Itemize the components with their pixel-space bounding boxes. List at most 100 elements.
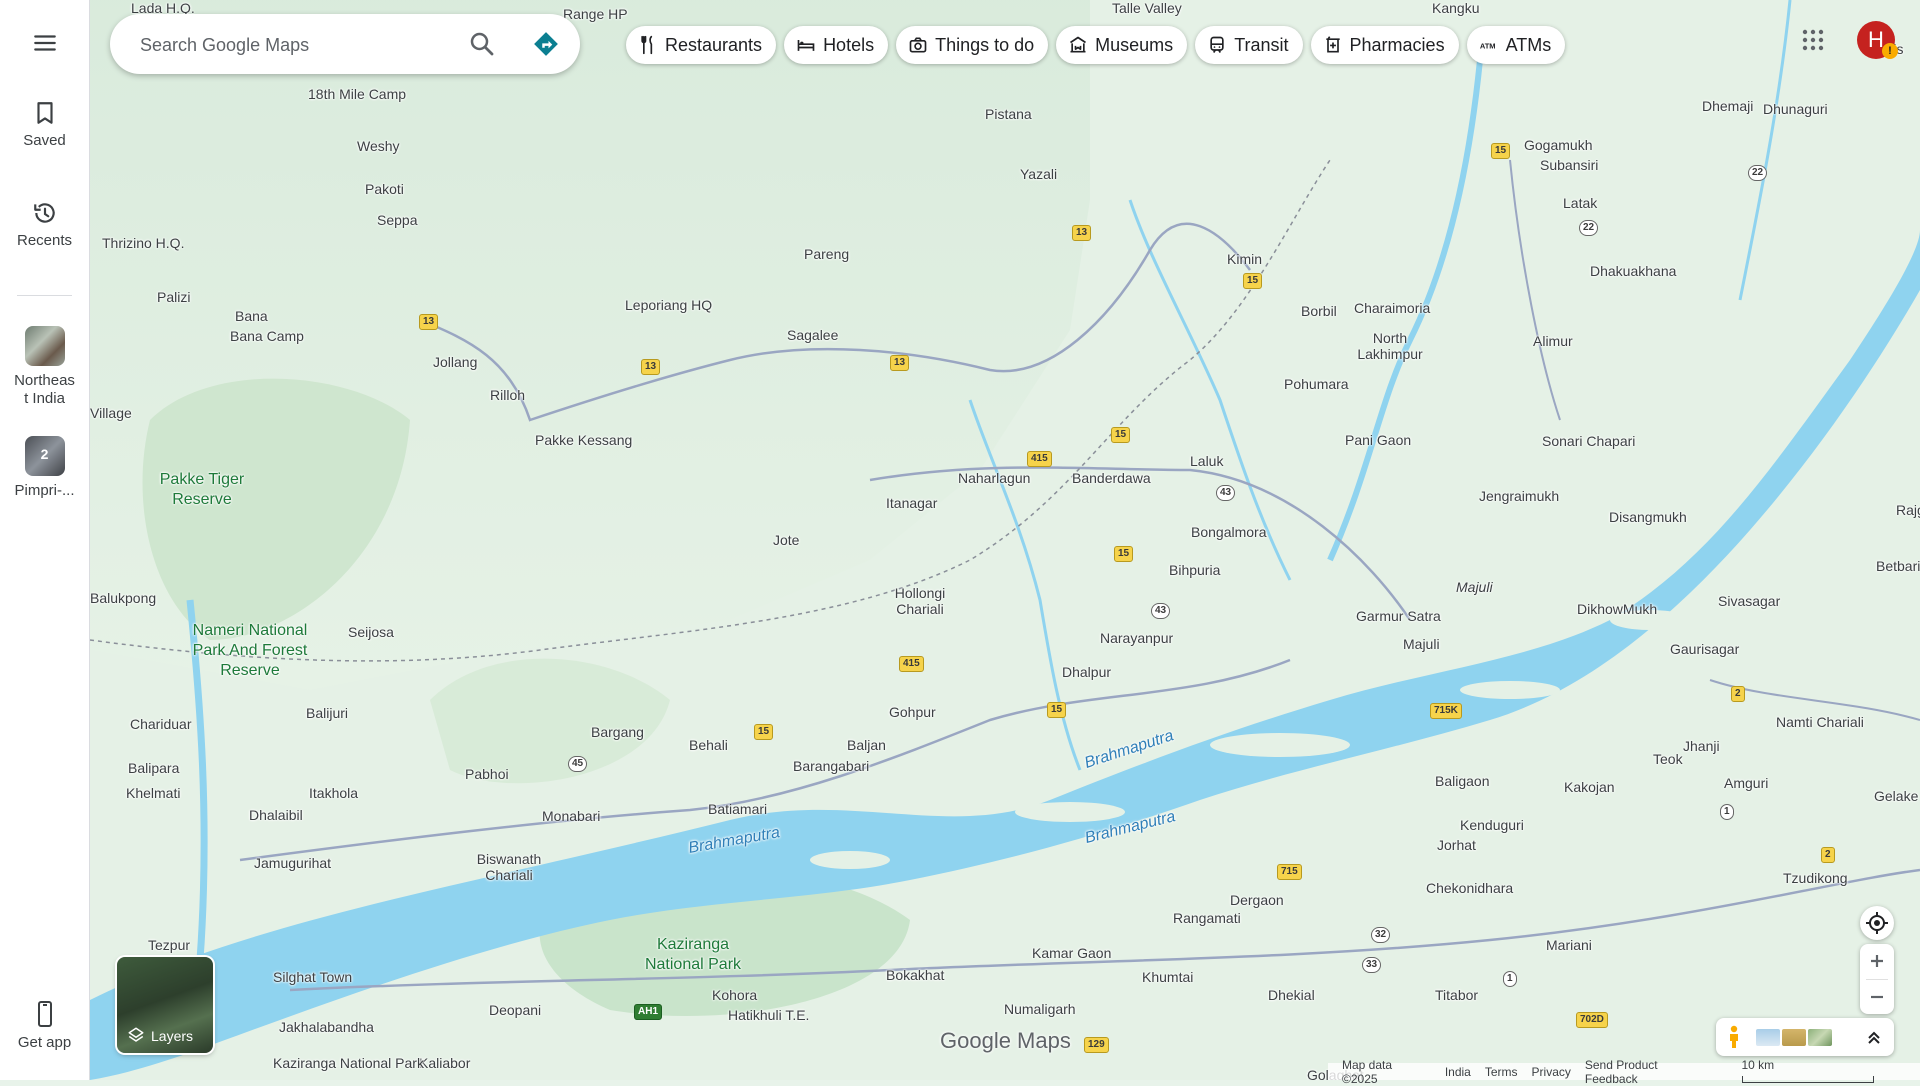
map-place-label[interactable]: Balijuri — [306, 705, 348, 721]
map-place-label[interactable]: Sonari Chapari — [1542, 433, 1635, 449]
pegman-icon[interactable] — [1726, 1025, 1742, 1049]
chip-atms[interactable]: ATM ATMs — [1467, 26, 1566, 64]
map-place-label[interactable]: Palizi — [157, 289, 190, 305]
map-type-default-thumb[interactable] — [1756, 1029, 1780, 1046]
map-place-label[interactable]: Dhemaji — [1702, 98, 1753, 114]
map-place-label[interactable]: Range HP — [563, 6, 628, 22]
recent-place-pimpri[interactable]: 2 Pimpri-... — [0, 436, 89, 500]
map-place-label[interactable]: Leporiang HQ — [625, 297, 712, 313]
map-place-label[interactable]: Bokakhat — [886, 967, 944, 983]
map-place-label[interactable]: Baligaon — [1435, 773, 1490, 789]
map-place-label[interactable]: Silghat Town — [273, 969, 352, 985]
map-place-label[interactable]: Sivasagar — [1718, 593, 1780, 609]
map-place-label[interactable]: North Lakhimpur — [1350, 330, 1430, 362]
map-place-label[interactable]: Talle Valley — [1112, 0, 1182, 16]
map-place-label[interactable]: Jhanji — [1683, 738, 1720, 754]
map-place-label[interactable]: Jengraimukh — [1479, 488, 1559, 504]
map-place-label[interactable]: Kimin — [1227, 251, 1262, 267]
map-place-label[interactable]: Khumtai — [1142, 969, 1193, 985]
map-place-label[interactable]: Rangamati — [1173, 910, 1241, 926]
map-place-label[interactable]: Baljan — [847, 737, 886, 753]
chip-hotels[interactable]: Hotels — [784, 26, 888, 64]
map-place-label[interactable]: Seijosa — [348, 624, 394, 640]
map-place-label[interactable]: Dhunaguri — [1763, 101, 1828, 117]
map-type-satellite-thumb[interactable] — [1808, 1029, 1832, 1046]
map-place-label[interactable]: Biswanath Chariali — [459, 851, 559, 883]
map-place-label[interactable]: Pakoti — [365, 181, 404, 197]
map-place-label[interactable]: Village — [90, 405, 132, 421]
map-place-label[interactable]: Mariani — [1546, 937, 1592, 953]
map-place-label[interactable]: Pabhoi — [465, 766, 509, 782]
saved-button[interactable]: Saved — [0, 100, 89, 150]
map-place-label[interactable]: Barangabari — [793, 758, 869, 774]
map-place-label[interactable]: Jamugurihat — [254, 855, 331, 871]
chip-museums[interactable]: Museums — [1056, 26, 1187, 64]
chip-pharmacies[interactable]: Pharmacies — [1311, 26, 1459, 64]
map-place-label[interactable]: Jakhalabandha — [279, 1019, 374, 1035]
map-place-label[interactable]: Numaligarh — [1004, 1001, 1076, 1017]
map-place-label[interactable]: Pareng — [804, 246, 849, 262]
map-place-label[interactable]: Chariduar — [130, 716, 191, 732]
map-place-label[interactable]: Sagalee — [787, 327, 838, 343]
map-place-label[interactable]: Chekonidhara — [1426, 880, 1513, 896]
map-place-label[interactable]: Gelake — [1874, 788, 1918, 804]
map-place-label[interactable]: Weshy — [357, 138, 400, 154]
my-location-button[interactable] — [1860, 906, 1894, 940]
get-app-button[interactable]: Get app — [0, 1000, 89, 1052]
map-place-label[interactable]: Latak — [1563, 195, 1597, 211]
map-place-label[interactable]: Jorhat — [1437, 837, 1476, 853]
map-place-label[interactable]: Tzudikong — [1783, 870, 1848, 886]
map-place-label[interactable]: Gogamukh — [1524, 137, 1592, 153]
search-button[interactable] — [467, 29, 497, 59]
zoom-out-button[interactable] — [1860, 980, 1894, 1014]
map-place-label[interactable]: Jollang — [433, 354, 477, 370]
map-place-label[interactable]: Tezpur — [148, 937, 190, 953]
menu-button[interactable] — [0, 30, 89, 56]
map-place-label[interactable]: Kakojan — [1564, 779, 1615, 795]
map-place-label[interactable]: Bihpuria — [1169, 562, 1220, 578]
map-place-label[interactable]: Thrizino H.Q. — [102, 235, 184, 251]
map-place-label[interactable]: Gohpur — [889, 704, 936, 720]
map-place-label[interactable]: Pohumara — [1284, 376, 1349, 392]
map-place-label[interactable]: Dhakuakhana — [1590, 263, 1676, 279]
country-link[interactable]: India — [1445, 1065, 1471, 1079]
map-place-label[interactable]: Titabor — [1435, 987, 1478, 1003]
map-place-label[interactable]: Dhalaibil — [249, 807, 303, 823]
scale-indicator[interactable]: 10 km — [1728, 1058, 1920, 1086]
map-place-label[interactable]: Pakke Kessang — [535, 432, 632, 448]
chip-transit[interactable]: Transit — [1195, 26, 1302, 64]
map-place-label[interactable]: Deopani — [489, 1002, 541, 1018]
map-place-label[interactable]: Charaimoria — [1354, 300, 1430, 316]
map-place-label[interactable]: Betbari — [1876, 558, 1920, 574]
map-place-label[interactable]: Itanagar — [886, 495, 937, 511]
map-place-label[interactable]: Amguri — [1724, 775, 1768, 791]
terms-link[interactable]: Terms — [1485, 1065, 1518, 1079]
zoom-in-button[interactable] — [1860, 944, 1894, 978]
map-place-label[interactable]: Laluk — [1190, 453, 1223, 469]
map-place-label[interactable]: Narayanpur — [1100, 630, 1173, 646]
map-place-label[interactable]: Garmur Satra — [1356, 608, 1441, 624]
map-place-label[interactable]: Banderdawa — [1072, 470, 1151, 486]
map-place-label[interactable]: Khelmati — [126, 785, 180, 801]
map-place-label[interactable]: Balukpong — [90, 590, 156, 606]
directions-button[interactable] — [531, 29, 561, 59]
recents-button[interactable]: Recents — [0, 200, 89, 250]
map-place-label[interactable]: 18th Mile Camp — [308, 86, 406, 102]
map-place-label[interactable]: Jote — [773, 532, 799, 548]
map-type-terrain-thumb[interactable] — [1782, 1029, 1806, 1046]
map-place-label[interactable]: DikhowMukh — [1577, 601, 1657, 617]
map-place-label[interactable]: Subansiri — [1540, 157, 1598, 173]
map-place-label[interactable]: Kenduguri — [1460, 817, 1524, 833]
map-place-label[interactable]: Itakhola — [309, 785, 358, 801]
map-place-label[interactable]: Yazali — [1020, 166, 1057, 182]
map-place-label[interactable]: Disangmukh — [1609, 509, 1687, 525]
send-feedback-link[interactable]: Send Product Feedback — [1585, 1058, 1714, 1086]
recent-place-northeast-india[interactable]: Northeast India — [0, 326, 89, 408]
map-place-label[interactable]: Gaurisagar — [1670, 641, 1739, 657]
map-place-label[interactable]: Rajg — [1896, 502, 1920, 518]
park-label[interactable]: Kaziranga National Park — [633, 935, 753, 975]
map-place-label[interactable]: Seppa — [377, 212, 417, 228]
map-place-label[interactable]: Borbil — [1301, 303, 1337, 319]
search-input[interactable] — [138, 28, 472, 62]
privacy-link[interactable]: Privacy — [1532, 1065, 1571, 1079]
